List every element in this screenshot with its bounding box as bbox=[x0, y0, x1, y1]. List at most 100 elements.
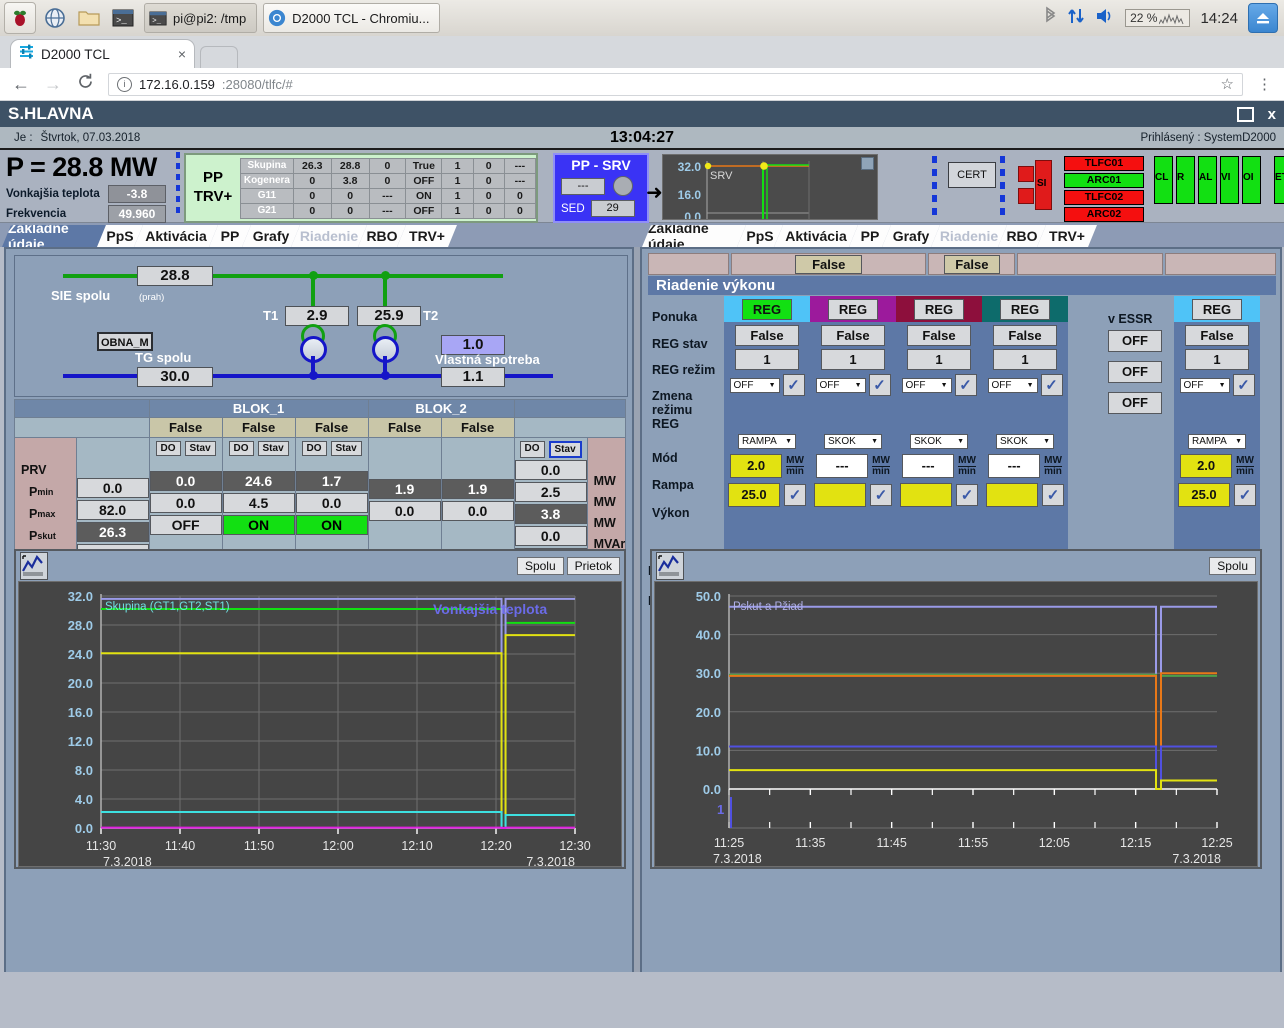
tab-trv-[interactable]: TRV+ bbox=[1037, 225, 1097, 247]
blok-qskut[interactable]: 0.0 bbox=[441, 501, 514, 521]
pptrv-cell[interactable]: 0 bbox=[368, 157, 407, 174]
pptrv-cell[interactable]: 0 bbox=[292, 187, 332, 204]
back-icon[interactable]: ← bbox=[12, 74, 30, 95]
vlastna-spotreba-bottom[interactable]: 1.1 bbox=[441, 367, 505, 387]
rampa-value[interactable]: 2.0 bbox=[730, 454, 783, 478]
vykon-value[interactable] bbox=[900, 483, 952, 507]
bluetooth-icon[interactable] bbox=[1044, 5, 1057, 31]
reg-stav-value[interactable]: False bbox=[1185, 325, 1249, 346]
battery-indicator[interactable]: 22 % bbox=[1125, 9, 1191, 27]
tab-aktiv-cia[interactable]: Aktivácia bbox=[134, 225, 218, 247]
vykon-confirm-button[interactable]: ✓ bbox=[1234, 484, 1256, 506]
chevron-down-icon[interactable]: ▼ bbox=[871, 438, 878, 445]
reg-stav-value[interactable]: False bbox=[993, 325, 1057, 346]
left-chart-plot[interactable]: 0.0 4.0 8.0 12.0 16.0 20.0 24.0 28.0 32.0 11:30 1… bbox=[18, 581, 622, 869]
tab-trv-[interactable]: TRV+ bbox=[397, 225, 457, 247]
confirm-check-button[interactable]: ✓ bbox=[782, 374, 805, 396]
alarm-indicator[interactable]: ARC02 bbox=[1064, 207, 1144, 222]
mod-select[interactable]: RAMPA ▼ bbox=[738, 434, 796, 449]
essr-off-3[interactable]: OFF bbox=[1108, 392, 1162, 414]
zmena-rezimu-select[interactable]: OFF ▼ bbox=[987, 377, 1038, 393]
sie-total-value[interactable]: 28.8 bbox=[137, 266, 213, 286]
pptrv-cell[interactable]: 0 bbox=[368, 172, 407, 189]
vykon-confirm-button[interactable]: ✓ bbox=[956, 484, 978, 506]
do-button[interactable]: DO bbox=[519, 441, 545, 458]
restore-icon[interactable] bbox=[1236, 106, 1254, 122]
network-updown-icon[interactable] bbox=[1067, 6, 1085, 31]
stav-button[interactable]: Stav bbox=[548, 441, 582, 458]
reg-rezim-value[interactable]: 1 bbox=[993, 349, 1057, 370]
pptrv-cell[interactable]: OFF bbox=[405, 172, 443, 189]
pptrv-cell[interactable]: 3.8 bbox=[330, 172, 370, 189]
reg-stav-value[interactable]: False bbox=[821, 325, 885, 346]
chevron-down-icon[interactable]: ▼ bbox=[1027, 382, 1034, 389]
reg-rezim-value[interactable]: 1 bbox=[735, 349, 799, 370]
pptrv-cell[interactable]: OFF bbox=[405, 202, 443, 219]
summary-pmin[interactable]: 0.0 bbox=[76, 478, 149, 498]
pptrv-cell[interactable]: 26.3 bbox=[292, 157, 332, 174]
cert-button[interactable]: CERT bbox=[948, 162, 996, 188]
summary-pskut[interactable]: 26.3 bbox=[76, 522, 149, 542]
blok-false-header[interactable]: False bbox=[367, 417, 442, 438]
do-button[interactable]: DO bbox=[301, 441, 327, 456]
tab-riadenie[interactable]: Riadenie bbox=[291, 225, 367, 247]
si-indicator[interactable]: SI bbox=[1018, 160, 1052, 210]
chart-button-spolu[interactable]: Spolu bbox=[516, 557, 564, 575]
blok-pskut[interactable]: 1.7 bbox=[295, 471, 368, 491]
do-button[interactable]: DO bbox=[155, 441, 181, 456]
terminal-icon[interactable]: >_ bbox=[108, 3, 138, 33]
chevron-down-icon[interactable]: ▼ bbox=[941, 382, 948, 389]
blok-false-header[interactable]: False bbox=[148, 417, 223, 438]
reload-icon[interactable] bbox=[76, 73, 94, 95]
taskbar-window-chromium[interactable]: D2000 TCL - Chromiu... bbox=[263, 3, 441, 33]
pptrv-cell[interactable]: 0 bbox=[503, 187, 537, 204]
mod-select[interactable]: RAMPA ▼ bbox=[1188, 434, 1246, 449]
pptrv-cell[interactable]: 1 bbox=[441, 157, 474, 174]
pptrv-cell[interactable]: 1 bbox=[441, 202, 474, 219]
total-pskut[interactable]: 3.8 bbox=[514, 504, 587, 524]
pptrv-cell[interactable]: 0 bbox=[292, 202, 332, 219]
forward-icon[interactable]: → bbox=[44, 74, 62, 95]
status-block[interactable]: R bbox=[1176, 156, 1195, 204]
blok-qskut[interactable]: 0.0 bbox=[295, 493, 368, 513]
chevron-down-icon[interactable]: ▼ bbox=[1043, 438, 1050, 445]
pptrv-cell[interactable]: 0 bbox=[472, 157, 505, 174]
total-qskut[interactable]: 0.0 bbox=[514, 526, 587, 546]
pptrv-cell[interactable]: 0 bbox=[472, 172, 505, 189]
vykon-confirm-button[interactable]: ✓ bbox=[870, 484, 892, 506]
obna-button[interactable]: OBNA_M bbox=[97, 332, 153, 351]
vykon-value[interactable] bbox=[986, 483, 1038, 507]
blok-qskut[interactable]: 4.5 bbox=[222, 493, 295, 513]
reg-stav-value[interactable]: False bbox=[735, 325, 799, 346]
mod-select[interactable]: SKOK ▼ bbox=[996, 434, 1054, 449]
tab-z-kladn-daje[interactable]: Základné údaje bbox=[642, 225, 746, 247]
confirm-check-button[interactable]: ✓ bbox=[868, 374, 891, 396]
vykon-confirm-button[interactable]: ✓ bbox=[1042, 484, 1064, 506]
rampa-value[interactable]: 2.0 bbox=[1180, 454, 1233, 478]
essr-off-2[interactable]: OFF bbox=[1108, 361, 1162, 383]
pptrv-cell[interactable]: 0 bbox=[472, 202, 505, 219]
tab-aktiv-cia[interactable]: Aktivácia bbox=[774, 225, 858, 247]
do-button[interactable]: DO bbox=[228, 441, 254, 456]
vykon-value[interactable]: 25.0 bbox=[728, 483, 780, 507]
pptrv-cell[interactable]: ON bbox=[405, 187, 443, 204]
essr-off-1[interactable]: OFF bbox=[1108, 330, 1162, 352]
status-block[interactable]: ET bbox=[1274, 156, 1284, 204]
blok-qskut[interactable]: 0.0 bbox=[149, 493, 222, 513]
stav-button[interactable]: Stav bbox=[257, 441, 289, 456]
ponuka-reg-button[interactable]: REG bbox=[741, 298, 793, 320]
close-icon[interactable]: x bbox=[1268, 106, 1276, 123]
blok-pskut[interactable]: 1.9 bbox=[368, 479, 441, 499]
summary-pmax[interactable]: 82.0 bbox=[76, 500, 149, 520]
pp-srv-panel[interactable]: PP - SRV --- SED 29 bbox=[553, 153, 649, 223]
zmena-rezimu-select[interactable]: OFF ▼ bbox=[815, 377, 866, 393]
confirm-check-button[interactable]: ✓ bbox=[1040, 374, 1063, 396]
blok-pskut[interactable]: 0.0 bbox=[149, 471, 222, 491]
blok-vypinac[interactable]: OFF bbox=[149, 515, 222, 535]
blok-pskut[interactable]: 24.6 bbox=[222, 471, 295, 491]
pptrv-cell[interactable]: --- bbox=[368, 187, 407, 204]
ponuka-reg-button[interactable]: REG bbox=[827, 298, 879, 320]
info-icon[interactable]: i bbox=[117, 76, 132, 92]
close-icon[interactable]: × bbox=[178, 46, 186, 62]
right-chart-plot[interactable]: 0.0 10.0 20.0 30.0 40.0 50.0 11:25 11:35 11:45 1… bbox=[654, 581, 1258, 867]
